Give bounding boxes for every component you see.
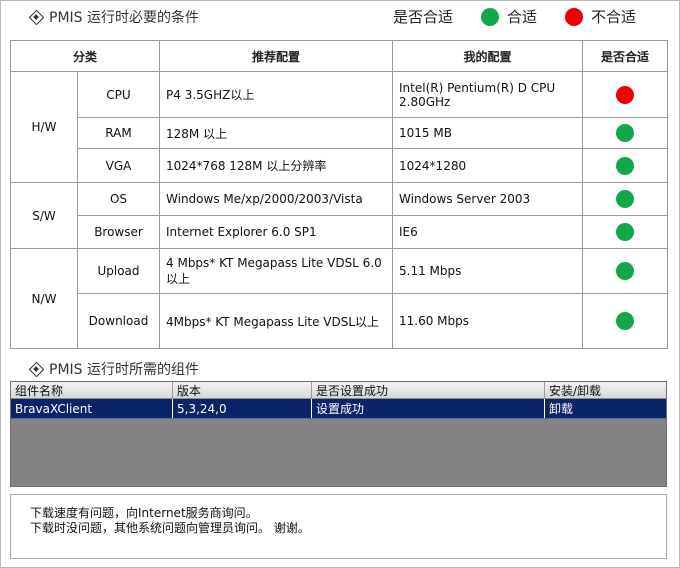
status-circle-icon bbox=[616, 312, 635, 330]
column-header-status[interactable]: 是否设置成功 bbox=[312, 382, 545, 398]
requirements-section-title: PMIS 运行时必要的条件 bbox=[29, 7, 199, 27]
header-mine: 我的配置 bbox=[392, 40, 584, 72]
component-name: BravaXClient bbox=[11, 399, 173, 418]
item-name: RAM bbox=[76, 117, 161, 149]
notice-line: 下载时没问题，其他系统问题向管理员询问。 谢谢。 bbox=[30, 521, 310, 535]
component-row[interactable]: BravaXClient 5,3,24,0 设置成功 卸载 bbox=[11, 399, 666, 419]
components-grid: 组件名称 版本 是否设置成功 安装/卸载 BravaXClient 5,3,24… bbox=[10, 381, 667, 487]
status-cell bbox=[582, 293, 669, 349]
column-header-name[interactable]: 组件名称 bbox=[11, 382, 173, 398]
my-value: 5.11 Mbps bbox=[392, 248, 584, 294]
recommended-value: Internet Explorer 6.0 SP1 bbox=[159, 215, 394, 249]
item-name: OS bbox=[76, 182, 161, 216]
status-circle-icon bbox=[616, 223, 635, 241]
my-value: 1024*1280 bbox=[392, 148, 584, 183]
recommended-value: 4Mbps* KT Megapass Lite VDSL以上 bbox=[159, 293, 394, 349]
component-status: 设置成功 bbox=[312, 399, 545, 418]
my-value: Intel(R) Pentium(R) D CPU 2.80GHz bbox=[392, 71, 584, 118]
recommended-value: 1024*768 128M 以上分辨率 bbox=[159, 148, 394, 183]
requirement-row: Browser Internet Explorer 6.0 SP1 IE6 bbox=[11, 215, 669, 249]
recommended-value: 128M 以上 bbox=[159, 117, 394, 149]
status-cell bbox=[582, 215, 669, 249]
legend-label: 是否合适 bbox=[393, 8, 454, 26]
red-circle-icon bbox=[565, 7, 584, 26]
header-status: 是否合适 bbox=[582, 40, 669, 72]
diamond-bullet-icon bbox=[29, 362, 43, 376]
requirement-row: VGA 1024*768 128M 以上分辨率 1024*1280 bbox=[11, 148, 669, 183]
status-cell bbox=[582, 117, 669, 149]
recommended-value: Windows Me/xp/2000/2003/Vista bbox=[159, 182, 394, 216]
requirement-row: Download 4Mbps* KT Megapass Lite VDSL以上 … bbox=[11, 293, 669, 349]
status-circle-icon bbox=[616, 85, 635, 104]
status-cell bbox=[582, 148, 669, 183]
status-circle-icon bbox=[616, 262, 635, 280]
column-header-version[interactable]: 版本 bbox=[173, 382, 312, 398]
item-name: VGA bbox=[76, 148, 161, 183]
header-category: 分类 bbox=[9, 40, 161, 72]
status-circle-icon bbox=[616, 156, 635, 175]
components-section-title: PMIS 运行时所需的组件 bbox=[29, 359, 199, 379]
component-version: 5,3,24,0 bbox=[173, 399, 312, 418]
category-nw: N/W bbox=[10, 248, 78, 349]
notice-box: 下载速度有问题，向Internet服务商询问。 下载时没问题，其他系统问题向管理… bbox=[10, 494, 667, 559]
diamond-bullet-icon bbox=[29, 10, 43, 24]
legend-ok-label: 合适 bbox=[507, 8, 538, 26]
legend-bad-label: 不合适 bbox=[591, 8, 637, 26]
my-value: 1015 MB bbox=[392, 117, 584, 149]
recommended-value: P4 3.5GHZ以上 bbox=[159, 71, 394, 118]
requirement-row: RAM 128M 以上 1015 MB bbox=[11, 117, 669, 149]
status-cell bbox=[582, 182, 669, 216]
notice-line: 下载速度有问题，向Internet服务商询问。 bbox=[30, 506, 258, 520]
status-cell bbox=[582, 71, 669, 118]
item-name: Browser bbox=[76, 215, 161, 249]
requirement-row: S/W OS Windows Me/xp/2000/2003/Vista Win… bbox=[10, 182, 669, 249]
status-legend: 是否合适 合适 不合适 bbox=[393, 6, 636, 27]
requirements-table: 分类 推荐配置 我的配置 是否合适 H/W CPU P4 3.5GHZ以上 In… bbox=[9, 40, 669, 349]
requirement-row: H/W CPU P4 3.5GHZ以上 Intel(R) Pentium(R) … bbox=[10, 71, 669, 183]
recommended-value: 4 Mbps* KT Megapass Lite VDSL 6.0以上 bbox=[159, 248, 394, 294]
my-value: Windows Server 2003 bbox=[392, 182, 584, 216]
category-sw: S/W bbox=[10, 182, 78, 249]
item-name: CPU bbox=[76, 71, 161, 118]
item-name: Upload bbox=[76, 248, 161, 294]
status-circle-icon bbox=[616, 190, 635, 208]
green-circle-icon bbox=[481, 7, 500, 26]
requirement-row: N/W Upload 4 Mbps* KT Megapass Lite VDSL… bbox=[10, 248, 669, 349]
uninstall-link[interactable]: 卸载 bbox=[545, 399, 666, 418]
status-circle-icon bbox=[616, 124, 635, 142]
requirements-title-text: PMIS 运行时必要的条件 bbox=[49, 10, 199, 26]
requirements-header-row: 分类 推荐配置 我的配置 是否合适 bbox=[9, 40, 669, 72]
category-hw: H/W bbox=[10, 71, 78, 183]
my-value: IE6 bbox=[392, 215, 584, 249]
components-header-row: 组件名称 版本 是否设置成功 安装/卸载 bbox=[11, 382, 666, 399]
components-title-text: PMIS 运行时所需的组件 bbox=[49, 362, 199, 378]
item-name: Download bbox=[76, 293, 161, 349]
header-recommended: 推荐配置 bbox=[159, 40, 394, 72]
status-cell bbox=[582, 248, 669, 294]
column-header-action[interactable]: 安装/卸载 bbox=[545, 382, 666, 398]
my-value: 11.60 Mbps bbox=[392, 293, 584, 349]
